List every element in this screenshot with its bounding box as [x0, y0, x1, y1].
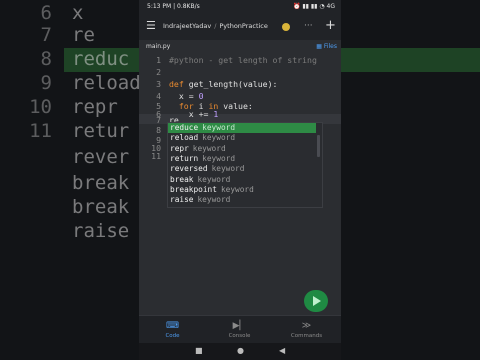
- tab-console-label: Console: [228, 333, 251, 339]
- autocomplete-popup: reduce keyword reload keyword repr keyword …: [167, 122, 323, 208]
- autocomplete-label: raise: [170, 195, 194, 205]
- recent-apps-icon[interactable]: ■: [195, 346, 203, 355]
- autocomplete-kind: keyword: [197, 195, 231, 205]
- autocomplete-label: breakpoint: [170, 184, 217, 194]
- scrollbar-thumb[interactable]: [317, 135, 320, 157]
- autocomplete-item[interactable]: break keyword: [168, 175, 318, 185]
- autocomplete-label: reduce: [170, 123, 199, 132]
- files-icon: ▦: [316, 43, 324, 50]
- autocomplete-label: break: [170, 174, 194, 184]
- breadcrumb-separator: /: [214, 22, 217, 30]
- code-icon: ⌨: [166, 321, 179, 331]
- file-bar: main.py ▦ Files: [139, 40, 341, 53]
- run-button[interactable]: [304, 290, 328, 312]
- autocomplete-item[interactable]: reload keyword: [168, 133, 318, 143]
- tab-console[interactable]: ▶▏ Console: [206, 316, 273, 344]
- code-line: def get_length(value):: [169, 79, 278, 89]
- breadcrumb: IndrajeetYadav / PythonPractice: [163, 22, 268, 30]
- back-icon[interactable]: ◀: [279, 346, 285, 355]
- status-time: 5:13 PM | 0.8KB/s: [147, 3, 200, 10]
- tab-code[interactable]: ⌨ Code: [139, 316, 206, 344]
- autocomplete-kind: keyword: [202, 123, 236, 132]
- line-number: 3: [156, 79, 161, 89]
- line-number: 1: [156, 55, 161, 65]
- autocomplete-item[interactable]: reversed keyword: [168, 164, 318, 174]
- status-bar: 5:13 PM | 0.8KB/s ⏰ ▮▮ ▮▮ ◔ 4G: [139, 0, 341, 14]
- home-icon[interactable]: ●: [237, 346, 244, 355]
- autocomplete-label: return: [170, 153, 199, 163]
- add-icon[interactable]: +: [325, 18, 336, 33]
- code-line: x = 0: [169, 91, 204, 101]
- play-icon: [313, 296, 321, 306]
- app-bar: ☰ IndrajeetYadav / PythonPractice ··· +: [139, 14, 341, 40]
- code-line: #python - get length of string: [169, 55, 317, 65]
- autocomplete-kind: keyword: [197, 174, 231, 184]
- tab-code-label: Code: [165, 333, 180, 339]
- autocomplete-scrollbar[interactable]: [316, 123, 321, 207]
- breadcrumb-owner[interactable]: IndrajeetYadav: [163, 22, 211, 30]
- status-icons: ⏰ ▮▮ ▮▮ ◔ 4G: [292, 3, 335, 10]
- bottom-nav: ⌨ Code ▶▏ Console ≫ Commands: [139, 315, 341, 344]
- line-number: 4: [156, 91, 161, 101]
- autocomplete-label: reversed: [170, 164, 208, 174]
- autocomplete-kind: keyword: [192, 143, 226, 153]
- line-number: 7: [156, 115, 161, 125]
- console-icon: ▶▏: [232, 321, 247, 331]
- autocomplete-kind: keyword: [211, 164, 245, 174]
- more-options-icon[interactable]: ···: [304, 21, 313, 31]
- breadcrumb-project[interactable]: PythonPractice: [219, 22, 268, 30]
- hamburger-menu-icon[interactable]: ☰: [146, 20, 156, 32]
- autocomplete-kind: keyword: [202, 153, 236, 163]
- commands-icon: ≫: [301, 321, 312, 331]
- autocomplete-label: reload: [170, 133, 199, 143]
- line-number: 8: [156, 125, 161, 135]
- autocomplete-item[interactable]: repr keyword: [168, 144, 318, 154]
- files-label: Files: [323, 43, 337, 50]
- python-language-icon: [282, 23, 290, 31]
- system-nav-bar: ■ ● ◀: [139, 343, 341, 360]
- autocomplete-label: repr: [170, 143, 189, 153]
- autocomplete-kind: keyword: [220, 184, 254, 194]
- autocomplete-kind: keyword: [202, 133, 236, 143]
- autocomplete-item[interactable]: breakpoint keyword: [168, 185, 318, 195]
- line-number: 2: [156, 67, 161, 77]
- autocomplete-item[interactable]: raise keyword: [168, 195, 318, 205]
- files-button[interactable]: ▦ Files: [316, 40, 337, 53]
- tab-commands-label: Commands: [290, 333, 323, 339]
- autocomplete-item[interactable]: reduce keyword: [168, 123, 318, 134]
- autocomplete-item[interactable]: return keyword: [168, 154, 318, 164]
- tab-commands[interactable]: ≫ Commands: [273, 316, 340, 344]
- tab-main-py[interactable]: main.py: [146, 40, 170, 53]
- line-number: 11: [151, 151, 161, 161]
